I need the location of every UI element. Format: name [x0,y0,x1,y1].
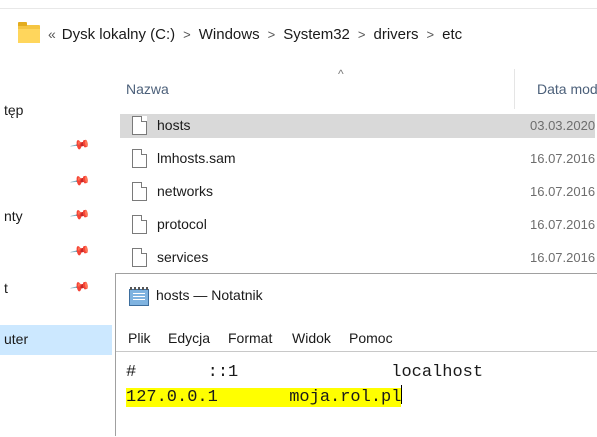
notepad-text-area[interactable]: # ::1 localhost 127.0.0.1 moja.rol.pl [116,351,597,437]
folder-icon [18,22,40,43]
nav-item-pinned[interactable]: 📌 [0,169,104,195]
menu-view[interactable]: Widok [292,330,331,346]
pin-icon: 📌 [69,203,92,226]
pin-icon: 📌 [69,239,92,262]
nav-item-label: uter [4,331,29,347]
column-divider[interactable] [514,69,515,109]
nav-item-quick-access[interactable]: tęp [0,99,104,123]
notepad-title: hosts — Notatnik [156,287,263,303]
nav-item-pinned[interactable]: 📌 [0,133,104,159]
file-name: networks [157,183,214,199]
text-line: # ::1 localhost [126,363,484,382]
chevron-right-icon[interactable]: > [427,27,435,42]
column-header-date[interactable]: Data mod [537,81,597,97]
nav-item-label: tęp [4,102,24,118]
notepad-titlebar[interactable]: hosts — Notatnik [116,274,597,314]
file-row-networks[interactable]: networks 16.07.2016 [120,180,597,204]
breadcrumb-overflow-button[interactable]: « [48,26,56,42]
notepad-menubar: Plik Edycja Format Widok Pomoc [116,325,597,351]
text-line-highlighted: 127.0.0.1 moja.rol.pl [126,385,403,407]
file-name: hosts [157,117,191,133]
nav-item-pictures[interactable]: t 📌 [0,275,104,301]
address-bar[interactable]: « Dysk lokalny (C:) > Windows > System32… [18,16,597,52]
file-name: protocol [157,216,207,232]
file-row-services[interactable]: services 16.07.2016 [120,246,597,270]
chevron-right-icon[interactable]: > [358,27,366,42]
nav-item-label: nty [4,208,23,224]
pin-icon: 📌 [69,169,92,192]
file-row-protocol[interactable]: protocol 16.07.2016 [120,213,597,237]
nav-item-pinned[interactable]: 📌 [0,239,104,265]
pin-icon: 📌 [69,133,92,156]
breadcrumb-system32[interactable]: System32 [283,26,350,43]
breadcrumb-etc[interactable]: etc [442,26,462,43]
file-date: 03.03.2020 [530,118,596,133]
nav-item-computer[interactable]: uter [0,328,104,352]
text-caret [401,385,403,404]
breadcrumb-windows[interactable]: Windows [199,26,260,43]
file-list: ^ Nazwa Data mod hosts 03.03.2020 lmhost… [112,67,597,279]
menu-format[interactable]: Format [228,330,272,346]
chevron-right-icon[interactable]: > [183,27,191,42]
column-header-name[interactable]: Nazwa [126,81,169,97]
file-row-lmhosts[interactable]: lmhosts.sam 16.07.2016 [120,147,597,171]
file-date: 16.07.2016 [530,250,596,265]
pin-icon: 📌 [69,275,92,298]
navigation-pane: tęp 📌 📌 nty 📌 📌 t 📌 uter [0,69,112,435]
file-date: 16.07.2016 [530,217,596,232]
file-name: lmhosts.sam [157,150,236,166]
menu-file[interactable]: Plik [128,330,151,346]
file-icon [132,149,147,168]
menu-help[interactable]: Pomoc [349,330,393,346]
nav-item-label: t [4,280,8,296]
divider [0,8,597,9]
nav-item-documents[interactable]: nty 📌 [0,203,104,229]
column-headers: ^ Nazwa Data mod [112,67,597,109]
file-icon [132,248,147,267]
file-date: 16.07.2016 [530,151,596,166]
file-icon [132,215,147,234]
menu-edit[interactable]: Edycja [168,330,210,346]
file-name: services [157,249,209,265]
breadcrumb-drivers[interactable]: drivers [374,26,419,43]
sort-ascending-icon: ^ [338,67,344,81]
breadcrumb-drive[interactable]: Dysk lokalny (C:) [62,26,175,43]
highlighted-text: 127.0.0.1 moja.rol.pl [126,388,402,407]
file-row-hosts[interactable]: hosts 03.03.2020 [120,114,595,138]
chevron-right-icon[interactable]: > [268,27,276,42]
file-date: 16.07.2016 [530,184,596,199]
notepad-icon [129,287,149,306]
notepad-window[interactable]: hosts — Notatnik Plik Edycja Format Wido… [115,273,597,437]
file-icon [132,182,147,201]
file-icon [132,116,147,135]
